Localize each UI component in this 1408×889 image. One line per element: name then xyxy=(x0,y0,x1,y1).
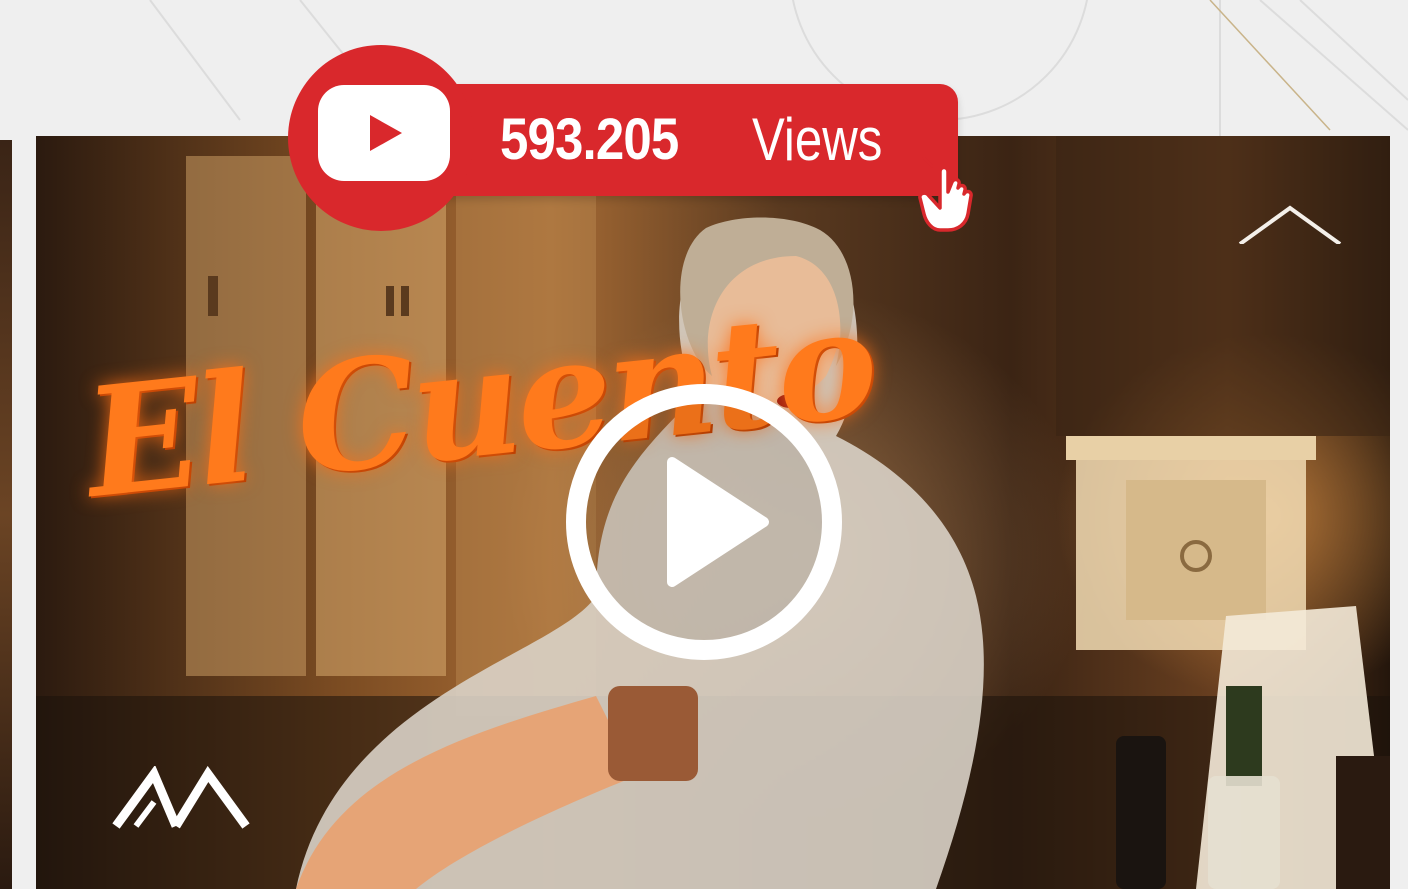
video-thumbnail[interactable]: El Cuento xyxy=(36,136,1390,889)
play-circle-icon xyxy=(566,384,842,660)
youtube-icon xyxy=(318,85,450,181)
page: { "views_badge": { "count": "593.205", "… xyxy=(0,0,1408,889)
hand-pointer-icon xyxy=(918,152,973,232)
play-button[interactable] xyxy=(564,382,844,662)
house-roof-icon xyxy=(1238,205,1342,244)
magot-music-logo xyxy=(1232,198,1348,326)
views-label: Views xyxy=(752,106,883,173)
views-count: 593.205 xyxy=(500,107,679,172)
nat-yash-monogram-icon xyxy=(112,764,250,829)
nat-yash-logo xyxy=(76,764,286,856)
previous-thumbnail-edge xyxy=(0,140,12,889)
